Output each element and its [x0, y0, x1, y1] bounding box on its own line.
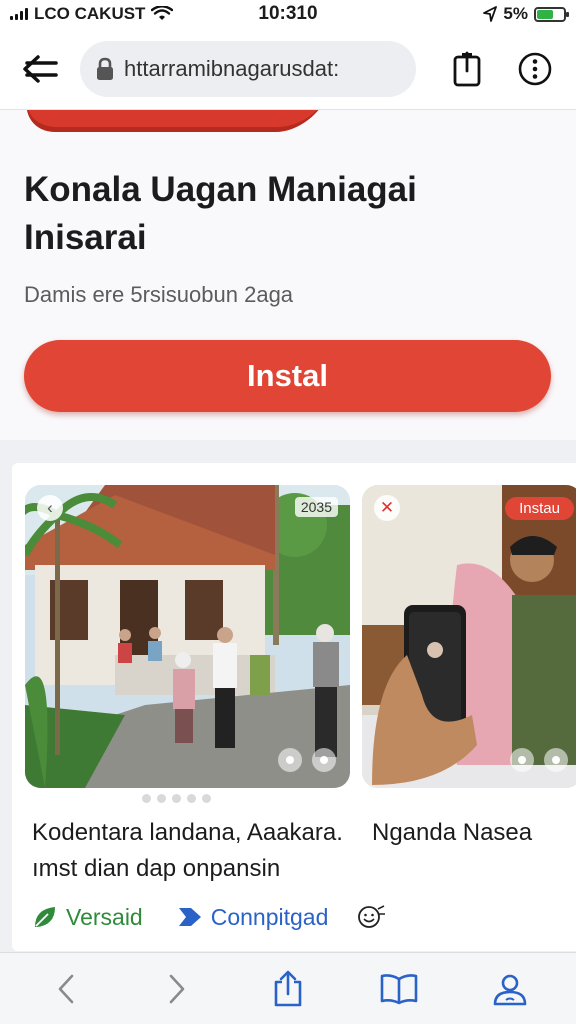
battery-icon — [534, 6, 569, 22]
app-subtitle: Damis ere 5rsisuobun 2aga — [24, 282, 294, 307]
pager-dot[interactable] — [202, 794, 211, 803]
tag-label: Connpitgad — [210, 903, 329, 930]
photo-badge: Instau — [505, 497, 574, 520]
photo-tag: 2035 — [294, 497, 338, 517]
url-text: httarramibnagarusdat: — [124, 55, 340, 81]
status-bar: LCO CAKUST 10:310 5% — [0, 0, 576, 28]
photo-dots — [278, 748, 336, 772]
gallery-pager — [142, 794, 211, 803]
close-icon[interactable]: ✕ — [374, 495, 400, 521]
photo-dots — [510, 748, 568, 772]
app-title: Konala Uagan Maniagai Inisarai — [24, 170, 417, 258]
arrow-badge-icon — [178, 908, 201, 926]
gallery-caption-1: Kodentara landana, Aaakara. ımst dian da… — [32, 819, 343, 882]
status-left: LCO CAKUST — [10, 4, 174, 24]
carrier-label: LCO CAKUST — [34, 4, 146, 23]
gallery-caption-2: Nganda Nasea — [372, 819, 533, 846]
address-bar[interactable]: httarramibnagarusdat: — [80, 40, 416, 97]
tag-connpitgad[interactable]: Connpitgad — [177, 903, 329, 931]
forward-icon[interactable] — [149, 961, 205, 1017]
browser-toolbar: httarramibnagarusdat: — [0, 28, 576, 110]
status-right: 5% — [483, 4, 569, 24]
pager-dot[interactable] — [142, 794, 151, 803]
tag-row: Versaid Connpitgad — [32, 903, 386, 931]
location-icon — [483, 6, 498, 22]
signal-icon — [10, 8, 28, 20]
screenshot-gallery: ‹ 2035 ✕ Instau Kodentara landana, Aaaka… — [12, 463, 576, 951]
share-icon[interactable] — [444, 46, 490, 92]
tag-versaid[interactable]: Versaid — [32, 904, 143, 931]
back-icon[interactable] — [38, 961, 94, 1017]
app-header: Konala Uagan Maniagai Inisarai Damis ere… — [0, 110, 576, 440]
wifi-icon — [151, 6, 174, 20]
install-button[interactable]: Instal — [24, 340, 551, 412]
battery-fill — [537, 9, 553, 19]
tag-label: Versaid — [66, 903, 143, 930]
photo-back-chip[interactable]: ‹ — [37, 495, 63, 521]
smile-icon[interactable] — [356, 903, 386, 931]
gallery-photo-2[interactable]: ✕ Instau — [362, 485, 576, 788]
bottom-toolbar — [0, 952, 576, 1024]
account-icon[interactable] — [482, 961, 538, 1017]
share-icon[interactable] — [260, 961, 316, 1017]
bookmarks-icon[interactable] — [371, 961, 427, 1017]
gallery-photo-1[interactable]: ‹ 2035 — [25, 485, 350, 788]
app-banner-image — [15, 110, 333, 132]
pager-dot[interactable] — [187, 794, 196, 803]
lock-icon — [97, 57, 113, 80]
back-arrow-icon[interactable] — [18, 46, 64, 92]
battery-percent: 5% — [503, 4, 528, 23]
more-icon[interactable] — [512, 46, 558, 92]
pager-dot[interactable] — [172, 794, 181, 803]
pager-dot[interactable] — [157, 794, 166, 803]
leaf-icon — [35, 907, 55, 927]
browser-actions — [444, 46, 558, 92]
